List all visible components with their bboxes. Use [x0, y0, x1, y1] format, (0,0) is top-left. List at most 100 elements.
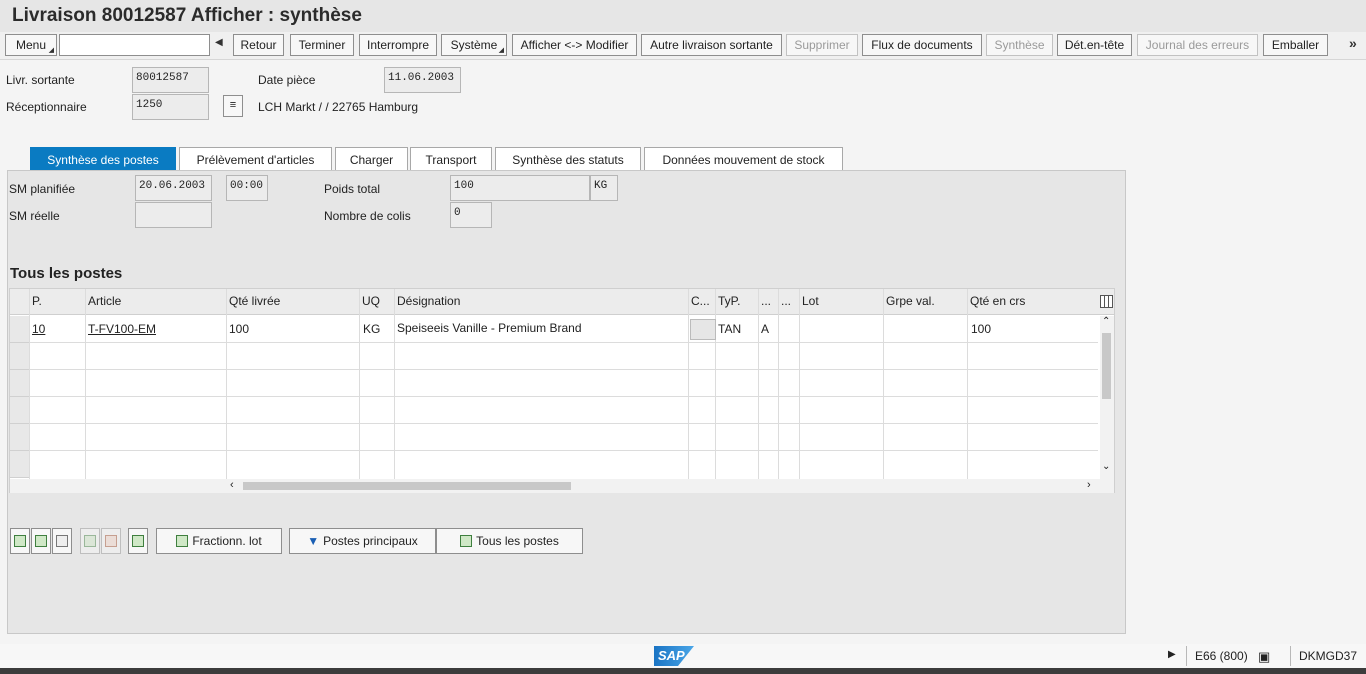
systeme-button[interactable]: Système ◢ — [441, 34, 507, 56]
tab-synthese-statuts[interactable]: Synthèse des statuts — [495, 147, 641, 171]
system-info[interactable]: E66 (800) — [1195, 649, 1248, 663]
fractionn-lot-button[interactable]: Fractionn. lot — [156, 528, 282, 554]
system-details-icon[interactable]: ▣ — [1258, 649, 1270, 665]
receptionnaire-field[interactable]: 1250 — [132, 94, 209, 120]
col-header-qty-crs[interactable]: Qté en crs — [968, 289, 1098, 315]
insert-row-icon[interactable] — [80, 528, 100, 554]
col-header-c[interactable]: C... — [689, 289, 716, 315]
col-header-col8[interactable]: ... — [759, 289, 779, 315]
flux-documents-button[interactable]: Flux de documents — [862, 34, 982, 56]
col-header-grpe[interactable]: Grpe val. — [884, 289, 968, 315]
command-field[interactable] — [59, 34, 210, 56]
deselect-all-icon[interactable] — [52, 528, 72, 554]
poids-total-label: Poids total — [324, 182, 381, 196]
partner-details-icon[interactable]: ≡ — [223, 95, 243, 117]
tab-mouvement-stock[interactable]: Données mouvement de stock — [644, 147, 843, 171]
col-header-qty[interactable]: Qté livrée — [227, 289, 358, 315]
toolbar: Menu ◢ ◀ Retour Terminer Interrompre Syst… — [0, 32, 1366, 60]
livr-sortante-field[interactable]: 80012587 — [132, 67, 209, 93]
table-header: P. Article Qté livrée UQ Désignation C..… — [10, 289, 1114, 315]
col-header-typ[interactable]: TyP. — [716, 289, 758, 315]
delete-row-icon[interactable] — [101, 528, 121, 554]
cell-typ: TAN — [718, 322, 742, 336]
livr-sortante-label: Livr. sortante — [6, 73, 75, 87]
left-arrow-icon[interactable]: ◀ — [215, 37, 223, 48]
taskbar — [0, 668, 1366, 674]
cell-pos-link[interactable]: 10 — [32, 322, 45, 336]
interrompre-button[interactable]: Interrompre — [359, 34, 437, 56]
corner-arrow-icon: ◢ — [48, 47, 54, 54]
filter-icon: ▼ — [307, 534, 320, 548]
sm-reelle-label: SM réelle — [9, 209, 60, 223]
cell-c-field[interactable] — [690, 319, 716, 340]
cell-article-link[interactable]: T-FV100-EM — [88, 322, 156, 336]
systeme-label: Système — [450, 38, 498, 52]
cell-designation: Speiseeis Vanille - Premium Brand — [397, 321, 582, 335]
items-table: P. Article Qté livrée UQ Désignation C..… — [9, 288, 1115, 493]
vertical-scrollbar[interactable]: ⌃ ⌄ — [1100, 316, 1114, 479]
hscroll-thumb[interactable] — [243, 482, 571, 490]
poids-total-field[interactable]: 100 — [450, 175, 590, 201]
scroll-thumb[interactable] — [1102, 333, 1111, 399]
afficher-modifier-button[interactable]: Afficher <-> Modifier — [512, 34, 637, 56]
col-header-pos[interactable]: P. — [30, 289, 85, 315]
scroll-up-icon[interactable]: ⌃ — [1102, 316, 1110, 327]
find-icon[interactable] — [128, 528, 148, 554]
horizontal-scrollbar[interactable]: ‹ › — [10, 479, 1114, 493]
date-piece-label: Date pièce — [258, 73, 316, 87]
nombre-colis-field[interactable]: 0 — [450, 202, 492, 228]
all-items-icon — [460, 535, 473, 547]
date-piece-field[interactable]: 11.06.2003 — [384, 67, 461, 93]
scroll-right-icon[interactable]: › — [1087, 479, 1091, 491]
nombre-colis-label: Nombre de colis — [324, 209, 411, 223]
synthese-button[interactable]: Synthèse — [986, 34, 1053, 56]
cell-col8: A — [761, 322, 770, 336]
menu-button[interactable]: Menu ◢ — [5, 34, 57, 56]
receptionnaire-address: LCH Markt / / 22765 Hamburg — [258, 100, 419, 114]
server-name: DKMGD37 — [1299, 649, 1358, 663]
sm-reelle-field[interactable] — [135, 202, 212, 228]
col-header-article[interactable]: Article — [86, 289, 226, 315]
sm-planifiee-time-field[interactable]: 00:00 — [226, 175, 268, 201]
tab-prelevement[interactable]: Prélèvement d'articles — [179, 147, 332, 171]
terminer-button[interactable]: Terminer — [290, 34, 354, 56]
scroll-left-icon[interactable]: ‹ — [230, 479, 234, 491]
scroll-down-icon[interactable]: ⌄ — [1102, 461, 1110, 472]
row-selector[interactable] — [10, 451, 29, 478]
tous-postes-button[interactable]: Tous les postes — [436, 528, 583, 554]
sm-planifiee-date-field[interactable]: 20.06.2003 — [135, 175, 212, 201]
row-selector[interactable] — [10, 397, 29, 424]
cell-qty: 100 — [229, 322, 250, 336]
col-header-designation[interactable]: Désignation — [395, 289, 688, 315]
row-selector[interactable] — [10, 370, 29, 397]
tab-synthese-postes[interactable]: Synthèse des postes — [30, 147, 176, 171]
autre-livraison-button[interactable]: Autre livraison sortante — [641, 34, 782, 56]
col-header-lot[interactable]: Lot — [800, 289, 884, 315]
receptionnaire-label: Réceptionnaire — [6, 100, 87, 114]
col-header-col9[interactable]: ... — [779, 289, 799, 315]
table-settings-icon[interactable] — [1100, 295, 1113, 308]
supprimer-button[interactable]: Supprimer — [786, 34, 858, 56]
emballer-button[interactable]: Emballer — [1263, 34, 1328, 56]
det-entete-button[interactable]: Dét.en-tête — [1057, 34, 1132, 56]
tous-postes-label: Tous les postes — [476, 534, 559, 548]
poids-unit-field[interactable]: KG — [590, 175, 618, 201]
section-title: Tous les postes — [10, 265, 123, 282]
tab-charger[interactable]: Charger — [335, 147, 408, 171]
postes-principaux-label: Postes principaux — [323, 534, 418, 548]
detail-icon[interactable] — [10, 528, 30, 554]
row-selector[interactable] — [10, 424, 29, 451]
tab-transport[interactable]: Transport — [410, 147, 492, 171]
cell-uq: KG — [363, 322, 381, 336]
status-expand-icon[interactable]: ▶ — [1168, 649, 1176, 660]
select-all-icon[interactable] — [31, 528, 51, 554]
retour-button[interactable]: Retour — [233, 34, 284, 56]
postes-principaux-button[interactable]: ▼ Postes principaux — [289, 528, 436, 554]
row-selector[interactable] — [10, 316, 29, 343]
more-chevron-icon[interactable]: » — [1349, 35, 1357, 51]
col-header-uq[interactable]: UQ — [360, 289, 394, 315]
cell-qty-crs: 100 — [971, 322, 992, 336]
row-selector[interactable] — [10, 343, 29, 370]
sm-planifiee-label: SM planifiée — [9, 182, 76, 196]
journal-erreurs-button[interactable]: Journal des erreurs — [1137, 34, 1258, 56]
